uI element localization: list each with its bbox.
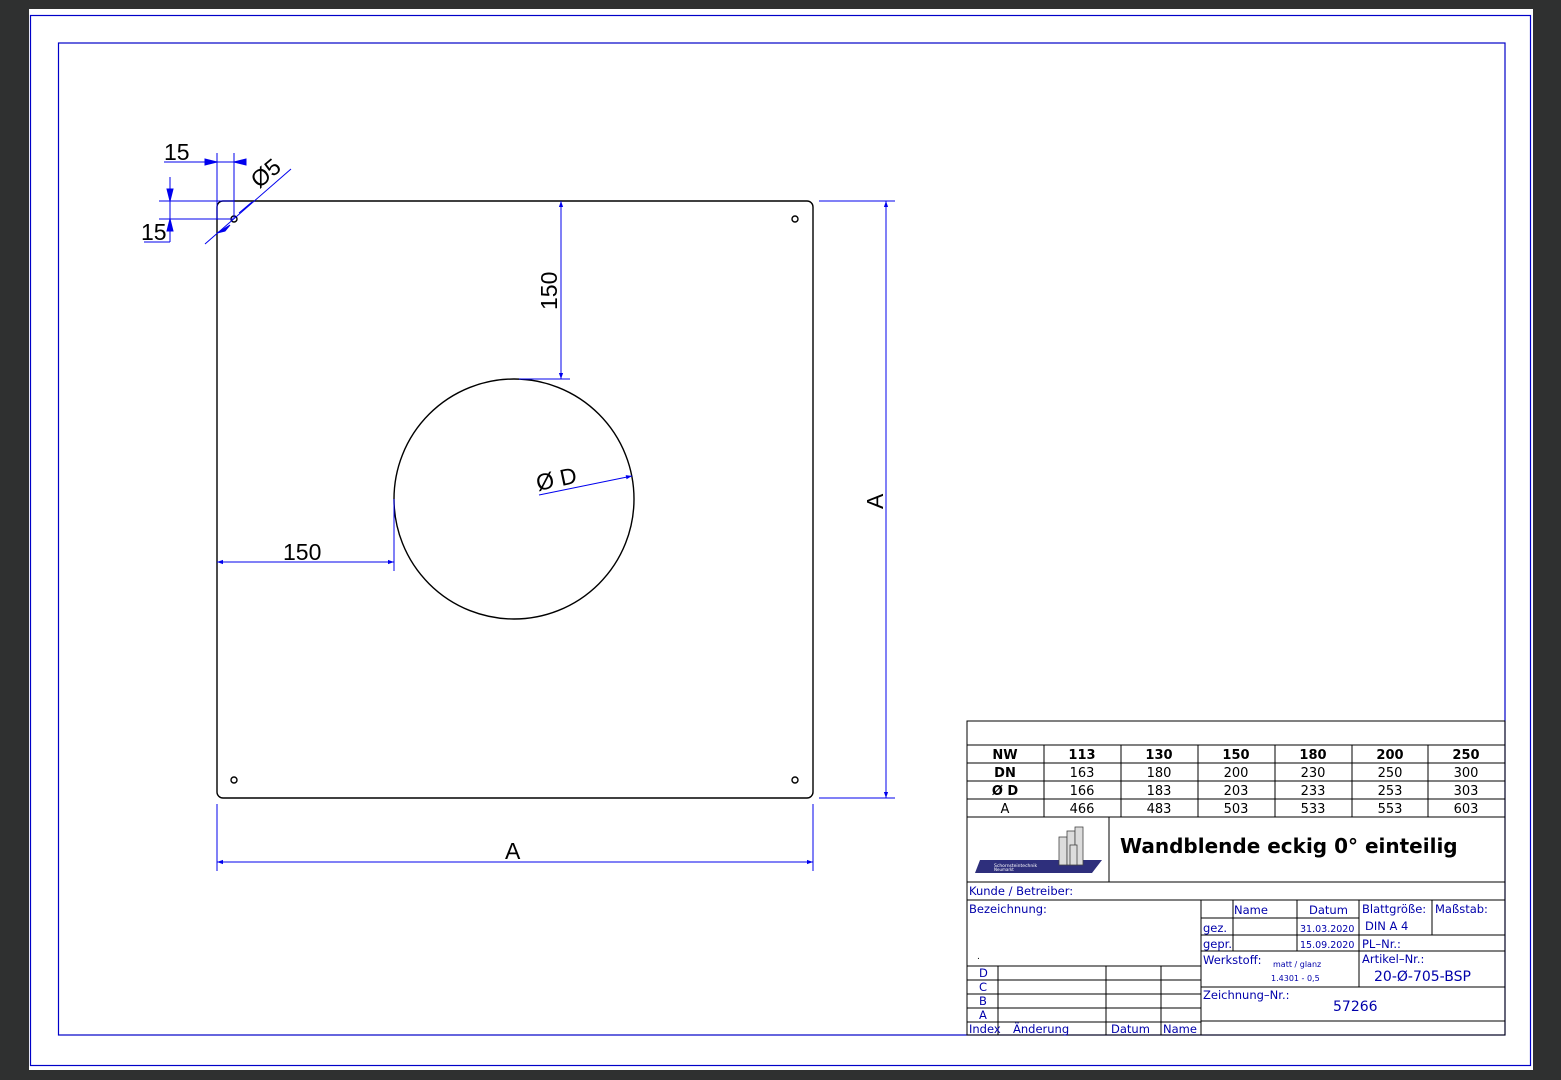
company-logo: Schornsteintechnik Neumarkt <box>975 826 1102 873</box>
drawing-title: Wandblende eckig 0° einteilig <box>1120 834 1458 858</box>
title-block: NW 113 130 150 180 200 250 DN Ø D 163 18… <box>966 720 1506 1036</box>
spec-cell: 166 <box>1070 784 1095 799</box>
spec-cell: 533 <box>1301 802 1326 817</box>
sheet-size-label: Blattgröße: <box>1362 902 1426 916</box>
index-header: Index <box>969 1022 1001 1036</box>
spec-cell: 603 <box>1454 802 1479 817</box>
spec-cell: 253 <box>1378 784 1403 799</box>
technical-drawing: 15 15 Ø5 150 150 Ø D A A NW 113 130 150 … <box>29 14 1532 1067</box>
logo-text-line-2: Neumarkt <box>994 867 1014 872</box>
dimension-labels: 15 15 Ø5 150 150 Ø D A A <box>141 139 888 864</box>
spec-row-label-nw: NW <box>992 748 1017 763</box>
spec-cell: 250 <box>1452 748 1479 763</box>
label-circle-diameter: Ø D <box>534 462 579 496</box>
spec-cell: 180 <box>1299 748 1326 763</box>
revision-index-c: C <box>979 980 987 994</box>
label-offset-x: 15 <box>164 139 190 165</box>
pdf-viewer: 15 15 Ø5 150 150 Ø D A A NW 113 130 150 … <box>0 0 1561 1080</box>
pl-label: PL–Nr.: <box>1362 937 1401 951</box>
designation-label: Bezeichnung: <box>969 902 1047 916</box>
dimensions <box>144 153 895 871</box>
spec-cell: 130 <box>1145 748 1172 763</box>
spec-cell: 200 <box>1376 748 1403 763</box>
label-offset-y: 15 <box>141 219 167 245</box>
name-header: Name <box>1234 903 1268 917</box>
part-outline <box>216 200 814 799</box>
checked-label: gepr. <box>1203 937 1232 951</box>
label-hole-diameter: Ø5 <box>246 153 286 193</box>
label-dist-left: 150 <box>283 539 321 565</box>
sheet-size-value: DIN A 4 <box>1365 919 1408 933</box>
drawing-sheet: 15 15 Ø5 150 150 Ø D A A NW 113 130 150 … <box>29 9 1533 1070</box>
label-side-a-right: A <box>862 493 888 509</box>
change-header: Änderung <box>1013 1021 1069 1036</box>
article-value: 20-Ø-705-BSP <box>1374 969 1471 985</box>
spec-cell: 250 <box>1378 766 1403 781</box>
spec-cell: 163 <box>1070 766 1095 781</box>
drawn-label: gez. <box>1203 921 1227 935</box>
spec-row-label-od: Ø D <box>992 784 1019 799</box>
spec-cell: 483 <box>1147 802 1172 817</box>
revision-date-header: Datum <box>1111 1022 1150 1036</box>
spec-cell: 503 <box>1224 802 1249 817</box>
spec-cell: 150 <box>1222 748 1249 763</box>
spec-cell: 230 <box>1301 766 1326 781</box>
plate-outline <box>216 200 814 799</box>
drawing-no-label: Zeichnung–Nr.: <box>1203 988 1289 1002</box>
spec-table-text: NW 113 130 150 180 200 250 DN Ø D 163 18… <box>992 748 1480 817</box>
drawing-no-value: 57266 <box>1333 999 1378 1015</box>
revision-index-d: D <box>979 966 988 980</box>
spec-row-label-a: A <box>1001 802 1010 817</box>
title-block-labels: Kunde / Betreiber: Bezeichnung: . Name D… <box>969 884 1488 1036</box>
spec-cell: 113 <box>1068 748 1095 763</box>
spec-cell: 203 <box>1224 784 1249 799</box>
checked-date: 15.09.2020 <box>1300 940 1354 951</box>
spec-cell: 200 <box>1224 766 1249 781</box>
mounting-hole-bottom-right <box>791 776 799 784</box>
material-label: Werkstoff: <box>1203 953 1262 967</box>
scale-label: Maßstab: <box>1435 902 1488 916</box>
designation-mark: . <box>977 952 980 962</box>
date-header: Datum <box>1309 903 1348 917</box>
spec-cell: 180 <box>1147 766 1172 781</box>
revision-index-b: B <box>979 994 987 1008</box>
spec-cell: 183 <box>1147 784 1172 799</box>
inner-frame <box>57 42 1506 1036</box>
spec-cell: 553 <box>1378 802 1403 817</box>
customer-label: Kunde / Betreiber: <box>969 884 1073 898</box>
spec-cell: 300 <box>1454 766 1479 781</box>
spec-row-label-dn: DN <box>994 766 1016 781</box>
spec-cell: 466 <box>1070 802 1095 817</box>
spec-cell: 303 <box>1454 784 1479 799</box>
mounting-hole-top-right <box>791 215 799 223</box>
material-value-1: matt / glanz <box>1273 960 1321 969</box>
label-side-a-bottom: A <box>505 838 521 864</box>
mounting-hole-bottom-left <box>230 776 238 784</box>
drawn-date: 31.03.2020 <box>1300 924 1354 935</box>
revision-name-header: Name <box>1163 1022 1197 1036</box>
material-value-2: 1.4301 - 0,5 <box>1271 974 1320 983</box>
center-opening <box>393 378 635 620</box>
label-dist-top: 150 <box>536 272 562 310</box>
article-label: Artikel–Nr.: <box>1362 952 1424 966</box>
revision-index-a: A <box>979 1008 987 1022</box>
spec-cell: 233 <box>1301 784 1326 799</box>
